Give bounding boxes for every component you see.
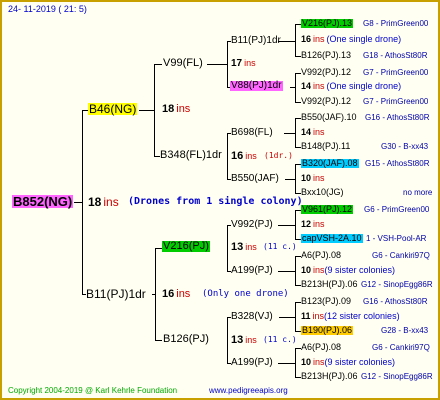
- sire-dam-note: (11 c.): [263, 242, 297, 251]
- g4-name[interactable]: Bxx10(JG): [301, 188, 344, 197]
- connector: [279, 317, 295, 318]
- g4-name[interactable]: B123(PJ).09: [301, 297, 351, 306]
- g4-note: G12 - SinopEgg86R: [361, 280, 433, 289]
- connector: [284, 133, 295, 134]
- dam-ins: 18 ins: [162, 103, 191, 115]
- connector: [295, 118, 296, 147]
- g4-note: G7 - PrimGreen00: [363, 97, 429, 106]
- connector: [278, 225, 295, 226]
- connector: [278, 363, 295, 364]
- g4-note: G15 - AthosSt80R: [365, 159, 430, 168]
- report-date: 24- 11-2019 ( 21: 5): [8, 4, 87, 14]
- connector: [207, 64, 227, 65]
- sire-sire-note: (11 c.): [263, 335, 297, 344]
- g4-name[interactable]: B550(JAF).10: [301, 113, 357, 122]
- g4-note: G7 - PrimGreen00: [363, 68, 429, 77]
- g4-name[interactable]: V992(PJ).12: [301, 97, 351, 106]
- g4-name[interactable]: V216(PJ).13: [301, 19, 354, 28]
- g4-name[interactable]: B190(PJ).06: [301, 326, 354, 335]
- g4-note: G18 - AthosSt80R: [363, 51, 428, 60]
- connector: [155, 248, 156, 340]
- connector: [295, 348, 296, 377]
- g4-note: G6 - Cankiri97Q: [372, 343, 430, 352]
- connector: [227, 317, 228, 363]
- sire-note: (Only one drone): [202, 289, 289, 299]
- sire-dam-ins: 13 ins: [231, 241, 257, 253]
- connector: [154, 64, 155, 156]
- connector: [227, 225, 228, 271]
- connector: [139, 110, 154, 111]
- connector: [74, 202, 82, 203]
- sire-dam-name[interactable]: V216(PJ): [162, 241, 210, 252]
- g4-ins: 12 ins: [301, 219, 325, 229]
- g4-note: G8 - PrimGreen00: [363, 19, 429, 28]
- connector: [295, 73, 296, 102]
- dam-sire-name[interactable]: B348(FL)1dr: [160, 150, 222, 161]
- g4-name[interactable]: V961(PJ).12: [301, 205, 354, 214]
- sire-name[interactable]: B11(PJ)1dr: [86, 288, 146, 300]
- g4-note: G30 - B-xx43: [381, 142, 429, 151]
- footer-copyright: Copyright 2004-2019 @ Karl Kehrle Founda…: [8, 386, 178, 395]
- g4-name[interactable]: B213H(PJ).06: [301, 372, 358, 381]
- g4-note: G6 - Cankiri97Q: [372, 251, 430, 260]
- g4-ins: 14 ins: [301, 127, 325, 137]
- g4-note: no more: [403, 188, 433, 197]
- connector: [295, 256, 296, 285]
- connector: [227, 133, 228, 179]
- queen-ins: 18 ins: [88, 195, 119, 209]
- g3-b-name[interactable]: V88(PJ)1dr: [230, 81, 283, 91]
- g4-name[interactable]: B213H(PJ).06: [301, 280, 358, 289]
- sire-sire-ins: 13 ins: [231, 334, 257, 346]
- connector: [227, 41, 228, 87]
- connector: [155, 340, 162, 341]
- g3-g-name[interactable]: B328(VJ): [231, 312, 273, 322]
- g4-name[interactable]: B148(PJ).11: [301, 142, 350, 151]
- queen-name[interactable]: B852(NG): [12, 195, 74, 208]
- g4-ins: 11 ins(12 sister colonies): [301, 311, 400, 321]
- connector: [278, 271, 295, 272]
- sire-sire-name[interactable]: B126(PJ): [163, 334, 209, 345]
- g4-note: G16 - AthosSt80R: [363, 297, 428, 306]
- g4-name[interactable]: A6(PJ).08: [301, 343, 341, 352]
- connector: [82, 110, 83, 294]
- connector: [155, 248, 162, 249]
- connector: [295, 210, 296, 239]
- g4-ins: 10 ins: [301, 173, 325, 183]
- g4-note: G16 - AthosSt80R: [365, 113, 430, 122]
- sire-ins: 16 ins: [162, 288, 191, 300]
- g3-d-name[interactable]: B550(JAF): [231, 174, 279, 184]
- dam-sire-ins: 16 ins: [231, 150, 257, 162]
- g4-name[interactable]: B320(JAF).08: [301, 159, 359, 168]
- queen-note: (Drones from 1 single colony): [128, 196, 303, 207]
- connector: [285, 179, 295, 180]
- g4-name[interactable]: V992(PJ).12: [301, 68, 351, 77]
- connector: [295, 164, 296, 193]
- g4-name[interactable]: A6(PJ).08: [301, 251, 341, 260]
- g4-ins: 10 ins(9 sister colonies): [301, 265, 396, 275]
- connector: [154, 64, 162, 65]
- g4-name[interactable]: B126(PJ).13: [301, 51, 351, 60]
- g3-a-ins: 17 ins: [231, 58, 256, 69]
- g3-e-name[interactable]: V992(PJ): [231, 220, 273, 230]
- g4-note: G28 - B-xx43: [381, 326, 429, 335]
- g3-h-name[interactable]: A199(PJ): [231, 358, 273, 368]
- g3-c-name[interactable]: B698(FL): [231, 128, 273, 138]
- g3-a-name[interactable]: B11(PJ)1dr: [231, 36, 281, 46]
- g3-f-name[interactable]: A199(PJ): [231, 266, 273, 276]
- dam-sire-note: (1dr.): [264, 151, 293, 160]
- footer-site-link[interactable]: www.pedigreeapis.org: [209, 387, 288, 395]
- pedigree-chart: 24- 11-2019 ( 21: 5) B852(NG) 18 ins (Dr…: [0, 0, 440, 400]
- connector: [295, 302, 296, 331]
- connector: [295, 24, 296, 56]
- dam-name[interactable]: B46(NG): [88, 103, 138, 115]
- g4-ins: 10 ins(9 sister colonies): [301, 357, 396, 367]
- g4-ins: 14 ins (One single drone): [301, 81, 402, 91]
- dam-dam-name[interactable]: V99(FL): [163, 58, 203, 69]
- g4-note: G6 - PrimGreen00: [364, 205, 430, 214]
- g4-name[interactable]: capVSH-2A.10: [301, 234, 363, 243]
- g4-note: G12 - SinopEgg86R: [361, 372, 433, 381]
- g4-note: 1 - VSH-Pool-AR: [366, 234, 427, 243]
- g4-ins: 16 ins (One single drone): [301, 34, 402, 44]
